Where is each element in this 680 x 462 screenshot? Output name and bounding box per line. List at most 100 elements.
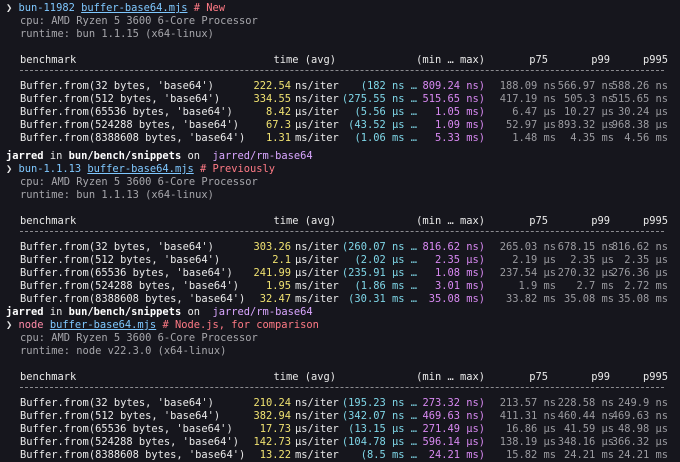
row-benchmark-name: Buffer.from(524288 bytes, 'base64') [20,436,239,448]
cpu-info-text: cpu: AMD Ryzen 5 3600 6-Core Processor [20,332,258,344]
prompt-user: jarred [6,306,44,318]
row-p75: 2.19 µs [512,254,556,266]
header-p995: p995 [642,54,668,66]
row-p995: 30.24 µs [617,106,668,118]
row-benchmark-name: Buffer.from(65536 bytes, 'base64') [20,267,233,279]
row-avg-unit: ms/iter [295,132,339,144]
row-min: (235.91 µs … [341,267,417,279]
row-benchmark-name: Buffer.from(524288 bytes, 'base64') [20,119,239,131]
row-benchmark-name: Buffer.from(65536 bytes, 'base64') [20,106,233,118]
row-max: 1.05 ms) [434,106,485,118]
cpu-info: cpu: AMD Ryzen 5 3600 6-Core Processor [6,332,258,345]
row-p99: 270.32 µs [557,267,614,279]
row-max: 3.01 ms) [434,280,485,292]
row-p99: 35.08 ms [563,293,614,305]
runtime-info: runtime: bun 1.1.15 (x64-linux) [6,28,214,41]
cpu-info: cpu: AMD Ryzen 5 3600 6-Core Processor [6,15,258,28]
row-avg-time: 32.47 [259,293,291,305]
header-p75: p75 [529,54,548,66]
header-time-avg: time (avg) [273,371,336,383]
row-p75: 1.48 ms [512,132,556,144]
prompt-in-text: in [49,150,63,162]
prompt-directory: bun/bench/snippets [68,150,182,162]
header-time-avg: time (avg) [273,54,336,66]
row-p75: 33.82 ms [505,293,556,305]
row-min: (260.07 ns … [341,241,417,253]
row-min: (13.15 µs … [348,423,417,435]
row-avg-unit: ms/iter [295,449,339,461]
header-time-avg: time (avg) [273,215,336,227]
row-avg-time: 303.26 [253,241,291,253]
row-p99: 348.16 µs [557,436,614,448]
row-p75: 52.97 µs [505,119,556,131]
command-name: bun-11982 [18,2,75,14]
prompt-context-line: jarred in bun/bench/snippets on jarred/r… [6,150,313,163]
row-min: (342.07 ns … [341,410,417,422]
row-max: 469.63 ns) [422,410,485,422]
row-avg-unit: ms/iter [295,280,339,292]
row-p99: 24.21 ms [563,449,614,461]
row-p99: 566.97 ns [557,80,614,92]
row-p995: 48.98 µs [617,423,668,435]
row-p995: 4.56 ms [624,132,668,144]
row-benchmark-name: Buffer.from(512 bytes, 'base64') [20,410,221,422]
cpu-info: cpu: AMD Ryzen 5 3600 6-Core Processor [6,176,258,189]
prompt-directory: bun/bench/snippets [68,306,182,318]
row-min: (1.86 ms … [354,280,417,292]
header-min-max: (min … max) [416,54,485,66]
row-avg-time: 1.31 [265,132,291,144]
row-min: (8.5 ms … [360,449,417,461]
row-p99: 228.58 ns [557,397,614,409]
runtime-info-text: runtime: bun 1.1.13 (x64-linux) [20,189,214,201]
row-min: (195.23 ns … [341,397,417,409]
row-avg-time: 13.22 [259,449,291,461]
prompt-chevron-icon: ❯ [6,2,13,14]
row-avg-unit: µs/iter [295,119,339,131]
runtime-info: runtime: node v22.3.0 (x64-linux) [6,345,226,358]
row-min: (30.31 ms … [348,293,417,305]
command-line: ❯ bun-1.1.13 buffer-base64.mjs # Previou… [6,163,275,176]
row-min: (43.52 µs … [348,119,417,131]
row-min: (275.55 ns … [341,93,417,105]
row-p99: 2.35 µs [570,254,614,266]
row-max: 271.49 µs) [422,423,485,435]
prompt-user: jarred [6,150,44,162]
row-avg-unit: ns/iter [295,397,339,409]
row-max: 5.33 ms) [434,132,485,144]
row-avg-unit: ns/iter [295,93,339,105]
header-benchmark: benchmark [20,371,77,383]
row-avg-time: 382.94 [253,410,291,422]
row-avg-unit: µs/iter [295,254,339,266]
row-avg-unit: µs/iter [295,106,339,118]
row-p75: 411.31 ns [499,410,556,422]
row-p99: 678.15 ns [557,241,614,253]
row-benchmark-name: Buffer.from(512 bytes, 'base64') [20,254,221,266]
row-p99: 10.27 µs [563,106,614,118]
command-comment: # Node.js, for comparison [162,319,319,331]
row-p995: 366.32 µs [611,436,668,448]
row-avg-time: 142.73 [253,436,291,448]
row-p75: 6.47 µs [512,106,556,118]
command-line: ❯ node buffer-base64.mjs # Node.js, for … [6,319,319,332]
header-p99: p99 [591,54,610,66]
row-min: (5.56 µs … [354,106,417,118]
row-p75: 417.19 ns [499,93,556,105]
command-comment: # New [193,2,226,14]
header-p75: p75 [529,371,548,383]
row-benchmark-name: Buffer.from(32 bytes, 'base64') [20,80,214,92]
row-p75: 138.19 µs [499,436,556,448]
runtime-info-text: runtime: node v22.3.0 (x64-linux) [20,345,227,357]
table-separator [20,70,664,71]
row-max: 1.08 ms) [434,267,485,279]
git-branch: jarred/rm-base64 [212,306,313,318]
row-avg-unit: µs/iter [295,436,339,448]
prompt-chevron-icon: ❯ [6,319,13,331]
command-file-argument: buffer-base64.mjs [87,163,194,175]
row-min: (2.02 µs … [354,254,417,266]
terminal-window[interactable]: ❯ bun-11982 buffer-base64.mjs # New cpu: … [0,0,680,462]
row-avg-time: 2.1 [272,254,291,266]
row-avg-unit: ns/iter [295,241,339,253]
row-benchmark-name: Buffer.from(512 bytes, 'base64') [20,93,221,105]
row-p995: 249.9 ns [617,397,668,409]
row-max: 596.14 µs) [422,436,485,448]
